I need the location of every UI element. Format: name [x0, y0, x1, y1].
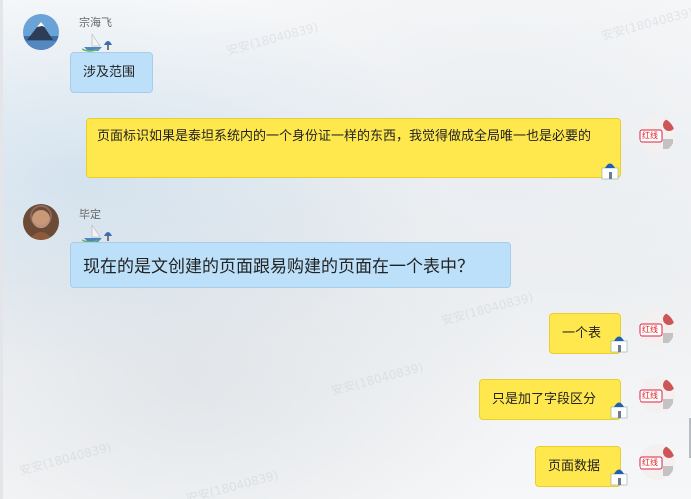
message-bubble[interactable]: 现在的是文创建的页面跟易购建的页面在一个表中？ — [70, 242, 511, 288]
church-decoration-icon — [610, 469, 628, 486]
message-bubble[interactable]: 只是加了字段区分 — [479, 379, 621, 420]
avatar[interactable]: 红线 — [639, 311, 675, 347]
message-text: 涉及范围 — [83, 65, 136, 80]
avatar[interactable] — [23, 14, 59, 50]
portrait-avatar-icon — [23, 204, 59, 240]
avatar-label: 红线 — [642, 391, 658, 400]
avatar[interactable] — [23, 204, 59, 240]
message-text: 页面数据 — [548, 459, 601, 474]
church-decoration-icon — [610, 336, 628, 353]
church-decoration-icon — [610, 402, 628, 419]
avatar[interactable]: 红线 — [639, 377, 675, 413]
avatar-label: 红线 — [642, 131, 658, 140]
message-text: 一个表 — [562, 326, 602, 341]
sender-name: 宗海飞 — [79, 16, 112, 29]
mountain-avatar-icon — [23, 14, 59, 50]
message-text: 只是加了字段区分 — [492, 392, 597, 407]
sender-name: 毕定 — [79, 208, 101, 221]
avatar[interactable]: 红线 — [639, 117, 675, 153]
message-text: 页面标识如果是泰坦系统内的一个身份证一样的东西，我觉得做成全局唯一也是必要的 — [97, 129, 592, 144]
avatar[interactable]: 红线 — [639, 444, 675, 480]
sailboat-decoration-icon — [82, 33, 112, 52]
sailboat-decoration-icon — [82, 224, 112, 243]
message-bubble[interactable]: 页面标识如果是泰坦系统内的一个身份证一样的东西，我觉得做成全局唯一也是必要的 — [86, 118, 621, 178]
avatar-label: 红线 — [642, 325, 658, 334]
avatar-label: 红线 — [642, 458, 658, 467]
message-text: 现在的是文创建的页面跟易购建的页面在一个表中？ — [83, 257, 474, 277]
message-bubble[interactable]: 涉及范围 — [70, 52, 153, 93]
church-decoration-icon — [601, 163, 619, 180]
window-left-border — [0, 0, 3, 499]
